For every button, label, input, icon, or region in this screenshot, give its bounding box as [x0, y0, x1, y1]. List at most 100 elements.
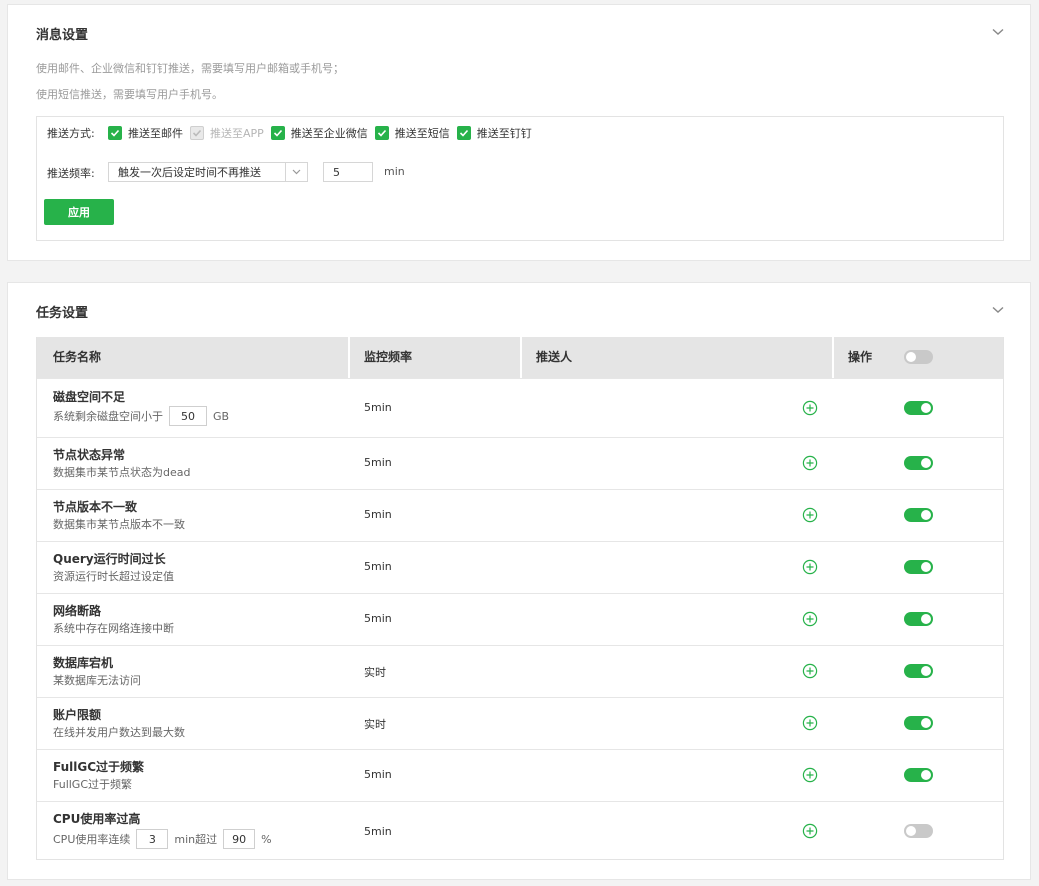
column-header-recipient: 推送人 — [536, 350, 573, 364]
checkbox-checked-icon[interactable] — [108, 126, 122, 140]
frequency-minutes-input[interactable] — [323, 162, 373, 182]
checkbox-disabled-icon — [190, 126, 204, 140]
table-row: 节点版本不一致 数据集市某节点版本不一致 5min — [37, 489, 1003, 541]
task-enable-switch[interactable] — [904, 612, 933, 626]
task-frequency: 5min — [364, 456, 392, 469]
add-recipient-icon[interactable] — [802, 507, 818, 523]
task-desc: 系统中存在网络连接中断 — [53, 622, 174, 635]
cpu-threshold-input[interactable] — [223, 829, 256, 849]
task-desc: 数据集市某节点版本不一致 — [53, 518, 185, 531]
task-frequency: 5min — [364, 401, 392, 414]
task-enable-switch[interactable] — [904, 508, 933, 522]
task-table: 任务名称 监控频率 推送人 操作 磁盘空间不足 系统剩余磁盘空间小于 GB 5m… — [36, 337, 1004, 860]
message-settings-title: 消息设置 — [36, 28, 89, 43]
apply-button[interactable]: 应用 — [44, 199, 114, 225]
task-desc: 资源运行时长超过设定值 — [53, 570, 174, 583]
task-desc-text: CPU使用率连续 — [53, 833, 131, 846]
task-desc-text: min超过 — [174, 833, 218, 846]
task-name: CPU使用率过高 — [53, 812, 141, 826]
task-desc: 在线并发用户数达到最大数 — [53, 726, 185, 739]
table-row: CPU使用率过高 CPU使用率连续 min超过 % 5min — [37, 801, 1003, 859]
add-recipient-icon[interactable] — [802, 823, 818, 839]
task-name: FullGC过于频繁 — [53, 760, 145, 774]
chevron-down-icon[interactable] — [992, 306, 1004, 314]
task-enable-switch[interactable] — [904, 664, 933, 678]
checkbox-checked-icon[interactable] — [456, 126, 471, 140]
add-recipient-icon[interactable] — [802, 767, 818, 783]
checkbox-checked-icon[interactable] — [270, 126, 285, 140]
task-frequency: 实时 — [364, 666, 386, 679]
task-desc: 某数据库无法访问 — [53, 674, 141, 687]
column-header-action: 操作 — [848, 350, 873, 364]
push-option-dingtalk[interactable]: 推送至钉钉 — [456, 125, 532, 141]
push-option-label: 推送至邮件 — [128, 127, 183, 140]
task-settings-card: 任务设置 任务名称 监控频率 推送人 操作 磁盘空间不足 系统剩余磁盘空间小于 … — [7, 282, 1031, 880]
task-enable-switch[interactable] — [904, 401, 933, 415]
task-desc: 系统剩余磁盘空间小于 GB — [53, 406, 229, 426]
push-method-label: 推送方式: — [47, 127, 95, 140]
table-header: 任务名称 监控频率 推送人 操作 — [37, 337, 1003, 378]
task-name: 节点版本不一致 — [53, 500, 138, 514]
toggle-all-switch[interactable] — [904, 350, 933, 364]
push-option-label: 推送至短信 — [394, 127, 450, 140]
task-frequency: 实时 — [364, 718, 386, 731]
push-config-box: 推送方式: 推送至邮件 推送至APP 推送至企业微信 推送至短信 推送至钉钉 推… — [36, 116, 1004, 241]
push-frequency-label: 推送频率: — [47, 167, 95, 180]
task-frequency: 5min — [364, 825, 392, 838]
task-name: 数据库宕机 — [53, 656, 114, 670]
task-name: 节点状态异常 — [53, 448, 126, 462]
chevron-down-icon[interactable] — [285, 163, 307, 181]
frequency-select-value: 触发一次后设定时间不再推送 — [118, 166, 261, 179]
add-recipient-icon[interactable] — [802, 455, 818, 471]
task-name: 磁盘空间不足 — [53, 390, 126, 404]
task-desc: FullGC过于频繁 — [53, 778, 133, 791]
push-option-app: 推送至APP — [190, 125, 264, 141]
task-enable-switch[interactable] — [904, 456, 933, 470]
push-option-label: 推送至APP — [210, 127, 264, 140]
task-enable-switch[interactable] — [904, 768, 933, 782]
push-option-label: 推送至企业微信 — [290, 127, 368, 140]
push-option-email[interactable]: 推送至邮件 — [108, 125, 183, 141]
task-enable-switch[interactable] — [904, 560, 933, 574]
add-recipient-icon[interactable] — [802, 663, 818, 679]
column-header-frequency: 监控频率 — [364, 350, 413, 364]
table-row: 网络断路 系统中存在网络连接中断 5min — [37, 593, 1003, 645]
push-option-label: 推送至钉钉 — [476, 127, 532, 140]
add-recipient-icon[interactable] — [802, 400, 818, 416]
task-frequency: 5min — [364, 508, 392, 521]
table-row: 节点状态异常 数据集市某节点状态为dead 5min — [37, 437, 1003, 489]
task-desc-unit: GB — [213, 409, 230, 423]
frequency-unit: min — [384, 165, 405, 178]
task-frequency: 5min — [364, 768, 392, 781]
task-name: 账户限额 — [53, 708, 102, 722]
column-header-name: 任务名称 — [53, 350, 102, 364]
task-desc: CPU使用率连续 min超过 % — [53, 829, 272, 849]
frequency-select[interactable]: 触发一次后设定时间不再推送 — [108, 162, 308, 182]
task-name: 网络断路 — [53, 604, 102, 618]
cpu-duration-input[interactable] — [136, 829, 169, 849]
add-recipient-icon[interactable] — [802, 559, 818, 575]
table-row: 账户限额 在线并发用户数达到最大数 实时 — [37, 697, 1003, 749]
task-name: Query运行时间过长 — [53, 552, 166, 566]
disk-threshold-input[interactable] — [169, 406, 207, 426]
table-row: FullGC过于频繁 FullGC过于频繁 5min — [37, 749, 1003, 801]
table-row: 数据库宕机 某数据库无法访问 实时 — [37, 645, 1003, 697]
task-desc: 数据集市某节点状态为dead — [53, 466, 191, 479]
message-settings-card: 消息设置 使用邮件、企业微信和钉钉推送，需要填写用户邮箱或手机号； 使用短信推送… — [7, 4, 1031, 261]
message-settings-desc-2: 使用短信推送，需要填写用户手机号。 — [36, 88, 223, 101]
table-row: 磁盘空间不足 系统剩余磁盘空间小于 GB 5min — [37, 378, 1003, 437]
push-option-sms[interactable]: 推送至短信 — [374, 125, 450, 141]
checkbox-checked-icon[interactable] — [374, 126, 389, 140]
add-recipient-icon[interactable] — [802, 611, 818, 627]
task-enable-switch[interactable] — [904, 716, 933, 730]
add-recipient-icon[interactable] — [802, 715, 818, 731]
task-enable-switch[interactable] — [904, 824, 933, 838]
push-method-options: 推送至邮件 推送至APP 推送至企业微信 推送至短信 推送至钉钉 — [108, 125, 539, 141]
chevron-down-icon[interactable] — [992, 28, 1004, 36]
table-row: Query运行时间过长 资源运行时长超过设定值 5min — [37, 541, 1003, 593]
push-option-wecom[interactable]: 推送至企业微信 — [270, 125, 368, 141]
task-desc-text: 系统剩余磁盘空间小于 — [53, 410, 163, 423]
task-frequency: 5min — [364, 560, 392, 573]
task-frequency: 5min — [364, 612, 392, 625]
task-desc-unit: % — [261, 832, 272, 846]
